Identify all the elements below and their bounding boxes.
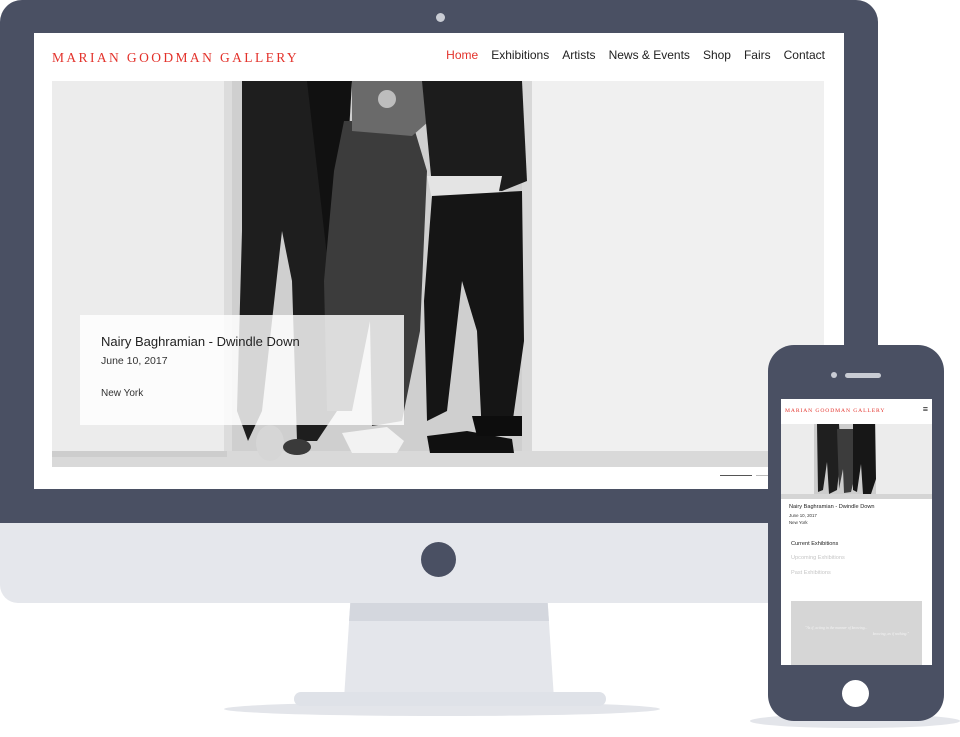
nav-exhibitions[interactable]: Exhibitions: [491, 48, 549, 62]
feature-title[interactable]: Nairy Baghramian - Dwindle Down: [101, 334, 300, 349]
feature-caption[interactable]: Nairy Baghramian - Dwindle Down June 10,…: [80, 315, 404, 425]
desktop-screen: MARIAN GOODMAN GALLERY Home Exhibitions …: [34, 33, 844, 489]
mobile-link-upcoming-exhibitions[interactable]: Upcoming Exhibitions: [791, 555, 845, 561]
phone-camera: [831, 372, 837, 378]
mobile-site-logo[interactable]: MARIAN GOODMAN GALLERY: [785, 408, 885, 414]
mobile-feature-location: New York: [789, 520, 808, 525]
mobile-screen: MARIAN GOODMAN GALLERY ≡ Nairy Baghramia…: [781, 399, 932, 665]
mobile-feature-title[interactable]: Nairy Baghramian - Dwindle Down: [789, 504, 875, 510]
mobile-quote-panel: "As if, acting in the manner of knowing.…: [791, 601, 922, 665]
hamburger-menu-icon[interactable]: ≡: [923, 404, 928, 414]
mobile-hero-image[interactable]: [781, 424, 932, 499]
mobile-quote: "As if, acting in the manner of knowing.…: [805, 625, 909, 637]
monitor-stand-shade: [349, 603, 549, 621]
nav-home[interactable]: Home: [446, 48, 478, 62]
phone-speaker: [845, 373, 881, 378]
phone-home-button: [842, 680, 869, 707]
monitor-logo-button: [421, 542, 456, 577]
nav-contact[interactable]: Contact: [784, 48, 825, 62]
mobile-link-past-exhibitions[interactable]: Past Exhibitions: [791, 570, 831, 576]
main-nav: Home Exhibitions Artists News & Events S…: [446, 48, 825, 62]
mobile-link-current-exhibitions[interactable]: Current Exhibitions: [791, 541, 838, 547]
mobile-hero-photo: [781, 424, 932, 499]
slider-indicator-active[interactable]: [720, 475, 752, 476]
nav-news-events[interactable]: News & Events: [609, 48, 690, 62]
monitor-camera: [436, 13, 445, 22]
mobile-quote-line-2: knowing, as if nothing.": [872, 632, 909, 636]
nav-artists[interactable]: Artists: [562, 48, 595, 62]
site-logo[interactable]: MARIAN GOODMAN GALLERY: [52, 50, 299, 66]
feature-location: New York: [101, 388, 144, 399]
feature-date: June 10, 2017: [101, 355, 168, 367]
mobile-feature-date: June 10, 2017: [789, 513, 817, 518]
nav-shop[interactable]: Shop: [703, 48, 731, 62]
nav-fairs[interactable]: Fairs: [744, 48, 771, 62]
monitor-stand-base: [294, 692, 606, 706]
